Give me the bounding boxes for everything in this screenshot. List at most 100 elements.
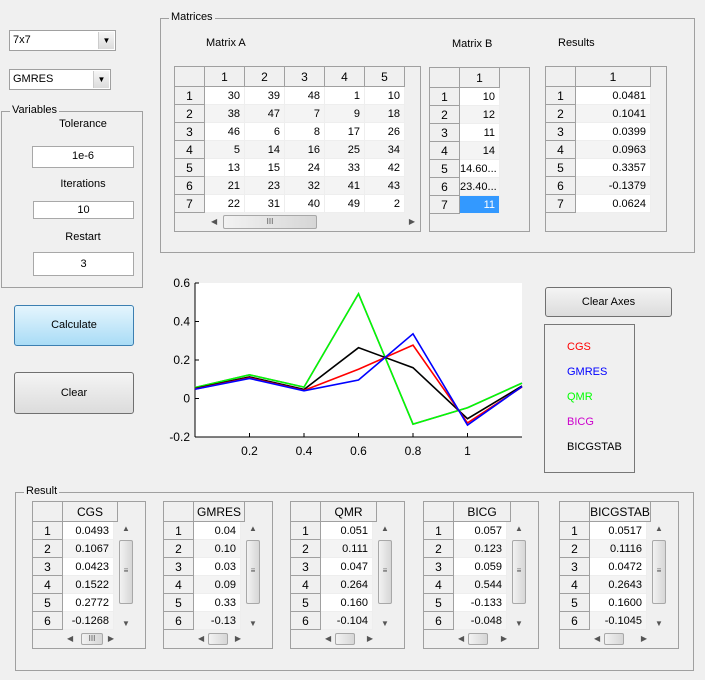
scroll-up-icon[interactable]: ▲ bbox=[381, 524, 389, 533]
table-cell[interactable]: 0.0493 bbox=[63, 522, 114, 540]
row-header[interactable]: 5 bbox=[424, 594, 454, 612]
table-cell[interactable]: 0.1041 bbox=[576, 105, 651, 123]
table-cell[interactable]: 0.0423 bbox=[63, 558, 114, 576]
table-cell[interactable]: 0.0472 bbox=[590, 558, 647, 576]
row-header[interactable]: 2 bbox=[546, 105, 576, 123]
restart-input[interactable]: 3 bbox=[33, 252, 134, 276]
table-cell[interactable]: 11 bbox=[460, 124, 500, 142]
table-cell[interactable]: 12 bbox=[460, 106, 500, 124]
matrix-a-table[interactable]: 1 2 3 4 5 1 30 39 48 1 10 2 38 47 7 9 18 3 46 6 8 17 26 4 5 14 16 2… bbox=[174, 66, 421, 232]
tolerance-input[interactable]: 1e-6 bbox=[32, 146, 134, 168]
scroll-left-icon[interactable]: ◀ bbox=[594, 634, 600, 643]
row-header[interactable]: 7 bbox=[175, 195, 205, 213]
clear-button[interactable]: Clear bbox=[14, 372, 134, 414]
table-cell[interactable]: 22 bbox=[205, 195, 245, 213]
table-cell[interactable]: 9 bbox=[325, 105, 365, 123]
table-cell[interactable]: 0.04 bbox=[194, 522, 241, 540]
scroll-left-icon[interactable]: ◀ bbox=[198, 634, 204, 643]
table-cell[interactable]: 0.1600 bbox=[590, 594, 647, 612]
row-header[interactable]: 1 bbox=[33, 522, 63, 540]
table-cell[interactable]: 48 bbox=[285, 87, 325, 105]
scroll-up-icon[interactable]: ▲ bbox=[122, 524, 130, 533]
row-header[interactable]: 4 bbox=[291, 576, 321, 594]
row-header[interactable]: 6 bbox=[430, 178, 460, 196]
result-table-gmres[interactable]: GMRES 1 0.04 2 0.10 3 0.03 4 0.09 5 0.33 6 -0.13 ▲ ≡ ▼ ◀… bbox=[163, 501, 273, 649]
table-cell[interactable]: 0.03 bbox=[194, 558, 241, 576]
column-header[interactable]: BICGSTAB bbox=[590, 502, 651, 522]
horizontal-scrollbar[interactable]: ◀ ▶ bbox=[590, 631, 651, 647]
scroll-thumb[interactable]: ≡ bbox=[512, 540, 526, 604]
scroll-thumb[interactable]: ≡ bbox=[652, 540, 666, 604]
table-cell[interactable]: 38 bbox=[205, 105, 245, 123]
horizontal-scrollbar[interactable]: ◀ ▶ bbox=[194, 631, 245, 647]
scroll-thumb[interactable] bbox=[335, 633, 355, 645]
column-header[interactable]: 5 bbox=[365, 67, 405, 87]
row-header[interactable]: 6 bbox=[291, 612, 321, 630]
table-cell[interactable]: 30 bbox=[205, 87, 245, 105]
scroll-thumb[interactable] bbox=[208, 633, 228, 645]
table-cell[interactable]: 18 bbox=[365, 105, 405, 123]
table-cell[interactable]: 41 bbox=[325, 177, 365, 195]
row-header[interactable]: 6 bbox=[164, 612, 194, 630]
vertical-scrollbar[interactable]: ▲ ≡ ▼ bbox=[377, 522, 393, 630]
clear-axes-button[interactable]: Clear Axes bbox=[545, 287, 672, 317]
result-table-cgs[interactable]: CGS 1 0.0493 2 0.1067 3 0.0423 4 0.1522 5 0.2772 6-… bbox=[32, 501, 146, 649]
horizontal-scrollbar[interactable]: ◀ ▶ bbox=[454, 631, 511, 647]
table-cell[interactable]: 0.111 bbox=[321, 540, 373, 558]
table-cell[interactable]: 16 bbox=[285, 141, 325, 159]
row-header[interactable]: 5 bbox=[33, 594, 63, 612]
table-cell[interactable]: 13 bbox=[205, 159, 245, 177]
table-cell[interactable]: 0.09 bbox=[194, 576, 241, 594]
scroll-down-icon[interactable]: ▼ bbox=[249, 619, 257, 628]
scroll-thumb[interactable]: ≡ bbox=[119, 540, 133, 604]
row-header[interactable]: 6 bbox=[175, 177, 205, 195]
row-header[interactable]: 4 bbox=[546, 141, 576, 159]
table-cell[interactable]: 0.059 bbox=[454, 558, 507, 576]
row-header[interactable]: 1 bbox=[430, 88, 460, 106]
column-header[interactable]: BICG bbox=[454, 502, 511, 522]
row-header[interactable]: 1 bbox=[291, 522, 321, 540]
table-cell[interactable]: 31 bbox=[245, 195, 285, 213]
vertical-scrollbar[interactable]: ▲ ≡ ▼ bbox=[511, 522, 527, 630]
table-cell[interactable]: 14 bbox=[460, 142, 500, 160]
table-cell[interactable]: 0.047 bbox=[321, 558, 373, 576]
row-header[interactable]: 3 bbox=[560, 558, 590, 576]
column-header[interactable]: GMRES bbox=[194, 502, 245, 522]
scroll-thumb[interactable]: ≡ bbox=[378, 540, 392, 604]
table-cell[interactable]: 14.60... bbox=[460, 160, 500, 178]
horizontal-scrollbar[interactable]: ◀ III ▶ bbox=[63, 631, 118, 647]
row-header[interactable]: 4 bbox=[560, 576, 590, 594]
row-header[interactable]: 7 bbox=[430, 196, 460, 214]
row-header[interactable]: 5 bbox=[175, 159, 205, 177]
row-header[interactable]: 2 bbox=[291, 540, 321, 558]
scroll-right-icon[interactable]: ▶ bbox=[641, 634, 647, 643]
scroll-up-icon[interactable]: ▲ bbox=[249, 524, 257, 533]
row-header[interactable]: 2 bbox=[175, 105, 205, 123]
table-cell[interactable]: 39 bbox=[245, 87, 285, 105]
row-header[interactable]: 5 bbox=[560, 594, 590, 612]
row-header[interactable]: 5 bbox=[164, 594, 194, 612]
row-header[interactable]: 6 bbox=[560, 612, 590, 630]
table-cell[interactable]: 0.3357 bbox=[576, 159, 651, 177]
scroll-right-icon[interactable]: ▶ bbox=[409, 217, 415, 226]
table-cell[interactable]: 0.1116 bbox=[590, 540, 647, 558]
vertical-scrollbar[interactable]: ▲ ≡ ▼ bbox=[118, 522, 134, 630]
row-header[interactable]: 4 bbox=[175, 141, 205, 159]
table-cell[interactable]: 46 bbox=[205, 123, 245, 141]
table-cell[interactable]: -0.104 bbox=[321, 612, 373, 630]
result-table-bicgstab[interactable]: BICGSTAB 1 0.0517 2 0.1116 3 0.0472 4 0.2643 5 0.1… bbox=[559, 501, 679, 649]
horizontal-scrollbar[interactable]: ◀ ▶ bbox=[321, 631, 377, 647]
method-select[interactable]: GMRES ▼ bbox=[9, 69, 111, 90]
table-cell[interactable]: 0.123 bbox=[454, 540, 507, 558]
scroll-left-icon[interactable]: ◀ bbox=[67, 634, 73, 643]
table-cell[interactable]: 0.0399 bbox=[576, 123, 651, 141]
row-header[interactable]: 2 bbox=[430, 106, 460, 124]
scroll-thumb[interactable]: III bbox=[81, 633, 103, 645]
table-cell[interactable]: 0.33 bbox=[194, 594, 241, 612]
horizontal-scrollbar[interactable]: ◀ III ▶ bbox=[205, 213, 420, 231]
row-header[interactable]: 2 bbox=[164, 540, 194, 558]
iterations-input[interactable]: 10 bbox=[33, 201, 134, 219]
table-cell[interactable]: 1 bbox=[325, 87, 365, 105]
table-cell[interactable]: 23 bbox=[245, 177, 285, 195]
column-header[interactable]: 3 bbox=[285, 67, 325, 87]
